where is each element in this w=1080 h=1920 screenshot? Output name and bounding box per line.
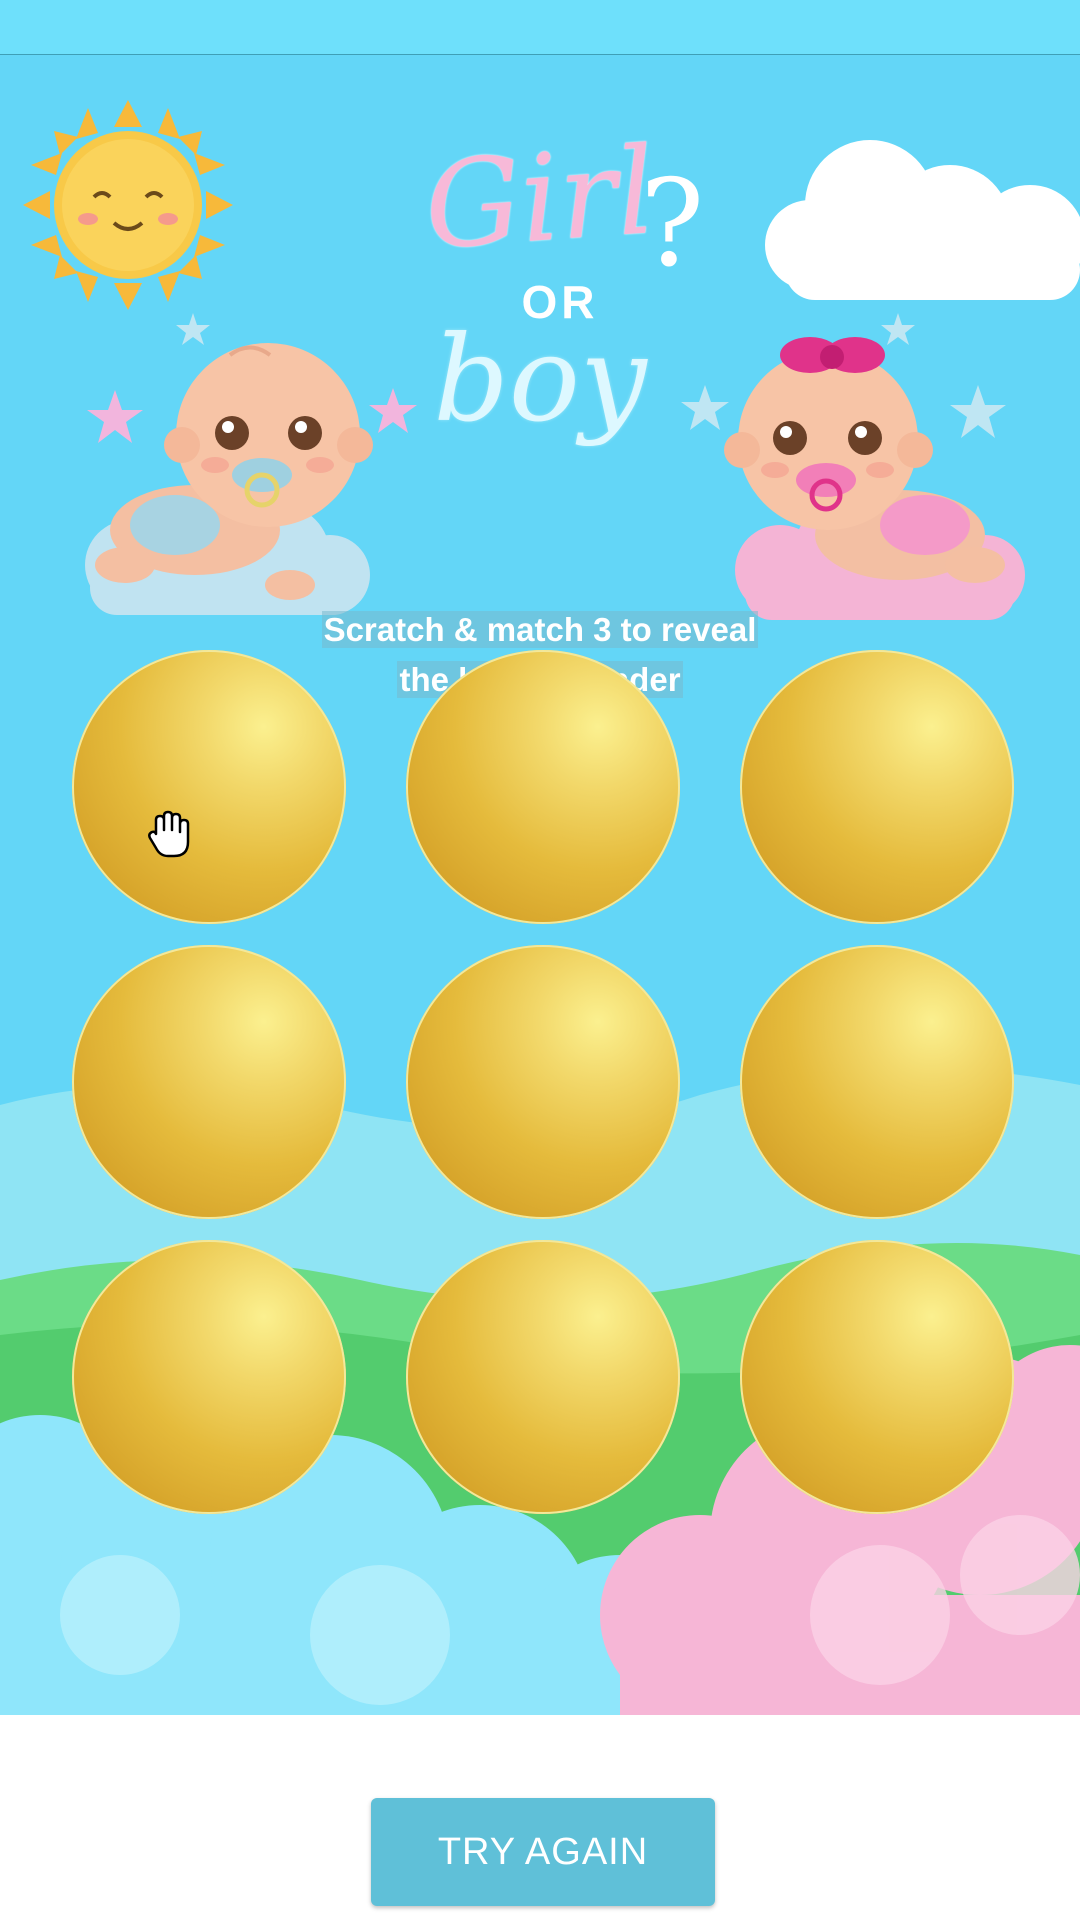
scratch-circle-r2c3[interactable] [740,945,1014,1219]
top-bar [0,0,1080,55]
scratch-circle-r1c3[interactable] [740,650,1014,924]
scratch-circle-r1c1[interactable] [72,650,346,924]
scratch-circle-r2c2[interactable] [406,945,680,1219]
scratch-circle-r3c3[interactable] [740,1240,1014,1514]
scratch-circle-r1c2[interactable] [406,650,680,924]
instruction-line-1: Scratch & match 3 to reveal [321,611,759,648]
hand-cursor-icon [148,810,190,858]
game-stage: Girl ? OR boy Scratch & match 3 to revea… [0,55,1080,1715]
title-question-mark: ? [640,155,705,294]
scratch-circle-r3c1[interactable] [72,1240,346,1514]
scratch-circle-r2c1[interactable] [72,945,346,1219]
title-boy: boy [433,310,647,448]
sun-icon [23,100,233,310]
baby-girl-icon [724,337,1025,620]
scratch-circle-r3c2[interactable] [406,1240,680,1514]
cloud-icon [765,140,1080,300]
baby-boy-icon [85,343,373,615]
try-again-button[interactable]: TRY AGAIN [371,1798,715,1906]
